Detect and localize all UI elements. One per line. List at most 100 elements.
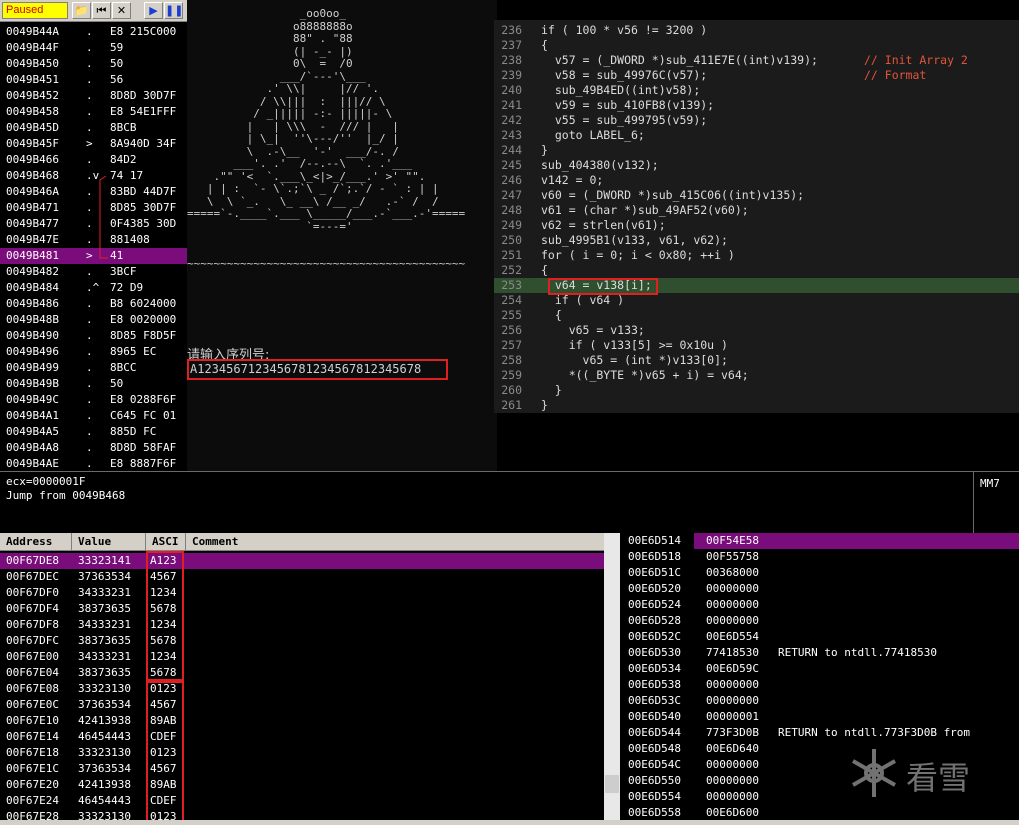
disasm-row[interactable]: 0049B468 .v 74 17: [0, 168, 187, 184]
code-line[interactable]: 259 *((_BYTE *)v65 + i) = v64;: [494, 368, 1019, 383]
stack-row[interactable]: 00E6D51C 00368000: [622, 565, 1019, 581]
dump-row[interactable]: 00F67E10 42413938 89AB: [0, 713, 604, 729]
code-line[interactable]: 248 v61 = (char *)sub_49AF52(v60);: [494, 203, 1019, 218]
disasm-row[interactable]: 0049B4A8. 8D8D 58FAF: [0, 440, 187, 456]
disasm-row[interactable]: 0049B499. 8BCC: [0, 360, 187, 376]
disasm-marker: .: [86, 57, 93, 70]
stack-row[interactable]: 00E6D518 00F55758: [622, 549, 1019, 565]
disasm-row[interactable]: 0049B46A. 83BD 44D7F: [0, 184, 187, 200]
code-line[interactable]: 252 {: [494, 263, 1019, 278]
disassembly-pane[interactable]: 0049B44A. E8 215C000 0049B44F. 59 0049B450. 5…: [0, 22, 187, 471]
stack-row[interactable]: 00E6D534 00E6D59C: [622, 661, 1019, 677]
dump-row[interactable]: 00F67DF4 38373635 5678: [0, 601, 604, 617]
code-line[interactable]: 240 sub_49B4ED((int)v58);: [494, 83, 1019, 98]
disasm-row[interactable]: 0049B458. E8 54E1FFF: [0, 104, 187, 120]
stack-row[interactable]: 00E6D52C 00E6D554: [622, 629, 1019, 645]
code-line[interactable]: 241 v59 = sub_410FB8(v139);: [494, 98, 1019, 113]
code-line[interactable]: 242 v55 = sub_499795(v59);: [494, 113, 1019, 128]
dump-row[interactable]: 00F67E20 42413938 89AB: [0, 777, 604, 793]
header-address[interactable]: Address: [0, 533, 72, 551]
code-line[interactable]: 239 v58 = sub_49976C(v57); // Format: [494, 68, 1019, 83]
code-line[interactable]: 244}: [494, 143, 1019, 158]
header-comment[interactable]: Comment: [186, 533, 604, 551]
dump-row[interactable]: 00F67DEC 37363534 4567: [0, 569, 604, 585]
disasm-bytes: E8 54E1FFF: [110, 105, 177, 118]
open-icon[interactable]: 📁: [72, 2, 91, 19]
serial-input[interactable]: A1234567123456781234567812345678: [187, 359, 448, 380]
stack-row[interactable]: 00E6D558 00E6D600: [622, 805, 1019, 821]
disasm-row[interactable]: 0049B49C. E8 0288F6F: [0, 392, 187, 408]
code-line[interactable]: 258 v65 = (int *)v133[0];: [494, 353, 1019, 368]
stack-row[interactable]: 00E6D520 00000000: [622, 581, 1019, 597]
stack-row[interactable]: 00E6D524 00000000: [622, 597, 1019, 613]
dump-row[interactable]: 00F67E14 46454443 CDEF: [0, 729, 604, 745]
disasm-row[interactable]: 0049B496. 8965 EC: [0, 344, 187, 360]
code-line[interactable]: 249 v62 = strlen(v61);: [494, 218, 1019, 233]
disasm-row[interactable]: 0049B45D. 8BCB: [0, 120, 187, 136]
code-line[interactable]: 247 v60 = (_DWORD *)sub_415C06((int)v135)…: [494, 188, 1019, 203]
dump-row[interactable]: 00F67E0C 37363534 4567: [0, 697, 604, 713]
stack-row[interactable]: 00E6D538 00000000: [622, 677, 1019, 693]
disasm-row[interactable]: 0049B486. B8 6024000: [0, 296, 187, 312]
code-line[interactable]: 246 v142 = 0;: [494, 173, 1019, 188]
code-line[interactable]: 236 if ( 100 * v56 != 3200 ): [494, 23, 1019, 38]
code-line[interactable]: 243 goto LABEL_6;: [494, 128, 1019, 143]
disasm-row[interactable]: 0049B481 >41: [0, 248, 187, 264]
stack-row[interactable]: 00E6D514 00F54E58: [622, 533, 1019, 549]
code-line[interactable]: 251 for ( i = 0; i < 0x80; ++i ): [494, 248, 1019, 263]
code-line[interactable]: 254 if ( v64 ): [494, 293, 1019, 308]
dump-row[interactable]: 00F67E18 33323130 0123: [0, 745, 604, 761]
close-icon[interactable]: ✕: [112, 2, 131, 19]
code-line[interactable]: 237 {: [494, 38, 1019, 53]
disasm-row[interactable]: 0049B4AE. E8 8887F6F: [0, 456, 187, 471]
disasm-row[interactable]: 0049B477. 0F4385 30D: [0, 216, 187, 232]
disasm-row[interactable]: 0049B44F. 59: [0, 40, 187, 56]
disasm-row[interactable]: 0049B4A5. 885D FC: [0, 424, 187, 440]
dump-row[interactable]: 00F67E24 46454443 CDEF: [0, 793, 604, 809]
dump-row[interactable]: 00F67DE8 33323141 A123: [0, 553, 604, 569]
stack-row[interactable]: 00E6D544 773F3D0B RETURN to ntdll.773F3D0B…: [622, 725, 1019, 741]
stack-row[interactable]: 00E6D528 00000000: [622, 613, 1019, 629]
memory-dump-pane[interactable]: Address Value ASCI Comment 00F67DE8 33323…: [0, 533, 620, 825]
scrollbar-thumb[interactable]: [605, 775, 619, 793]
code-line[interactable]: 245 sub_404380(v132);: [494, 158, 1019, 173]
disasm-row[interactable]: 0049B482. 3BCF: [0, 264, 187, 280]
code-line[interactable]: 257 if ( v133[5] >= 0x10u ): [494, 338, 1019, 353]
disasm-row[interactable]: 0049B471. 8D85 30D7F: [0, 200, 187, 216]
disasm-row[interactable]: 0049B48B. E8 0020000: [0, 312, 187, 328]
stack-row[interactable]: 00E6D530 77418530 RETURN to ntdll.77418530: [622, 645, 1019, 661]
disasm-row[interactable]: 0049B484 .^ 72 D9: [0, 280, 187, 296]
code-line[interactable]: 250 sub_4995B1(v133, v61, v62);: [494, 233, 1019, 248]
rewind-icon[interactable]: ⏮: [92, 2, 111, 19]
code-line[interactable]: 260 }: [494, 383, 1019, 398]
dump-row[interactable]: 00F67DF8 34333231 1234: [0, 617, 604, 633]
header-value[interactable]: Value: [72, 533, 146, 551]
code-line[interactable]: 256 v65 = v133;: [494, 323, 1019, 338]
stack-row[interactable]: 00E6D540 00000001: [622, 709, 1019, 725]
dump-row[interactable]: 00F67DFC 38373635 5678: [0, 633, 604, 649]
disasm-row[interactable]: 0049B47E. 881408: [0, 232, 187, 248]
code-line[interactable]: 261}: [494, 398, 1019, 413]
disasm-row[interactable]: 0049B4A1. C645 FC 01: [0, 408, 187, 424]
header-ascii[interactable]: ASCI: [146, 533, 186, 551]
run-icon[interactable]: ▶: [144, 2, 163, 19]
dump-row[interactable]: 00F67E08 33323130 0123: [0, 681, 604, 697]
disasm-row[interactable]: 0049B45F >8A940D 34F: [0, 136, 187, 152]
dump-row[interactable]: 00F67E1C 37363534 4567: [0, 761, 604, 777]
disasm-row[interactable]: 0049B44A. E8 215C000: [0, 24, 187, 40]
pseudocode-pane[interactable]: 236 if ( 100 * v56 != 3200 ) 237 {238 v57 =…: [494, 20, 1019, 413]
dump-scrollbar[interactable]: [604, 533, 620, 825]
disasm-row[interactable]: 0049B452. 8D8D 30D7F: [0, 88, 187, 104]
disasm-row[interactable]: 0049B49B. 50: [0, 376, 187, 392]
disasm-row[interactable]: 0049B451. 56: [0, 72, 187, 88]
dump-row[interactable]: 00F67E04 38373635 5678: [0, 665, 604, 681]
disasm-row[interactable]: 0049B450. 50: [0, 56, 187, 72]
stack-row[interactable]: 00E6D53C 00000000: [622, 693, 1019, 709]
dump-row[interactable]: 00F67DF0 34333231 1234: [0, 585, 604, 601]
code-line[interactable]: 238 v57 = (_DWORD *)sub_411E7E((int)v139…: [494, 53, 1019, 68]
pause-icon[interactable]: ❚❚: [164, 2, 183, 19]
code-line[interactable]: 255 {: [494, 308, 1019, 323]
disasm-row[interactable]: 0049B466. 84D2: [0, 152, 187, 168]
disasm-row[interactable]: 0049B490. 8D85 F8D5F: [0, 328, 187, 344]
dump-row[interactable]: 00F67E00 34333231 1234: [0, 649, 604, 665]
